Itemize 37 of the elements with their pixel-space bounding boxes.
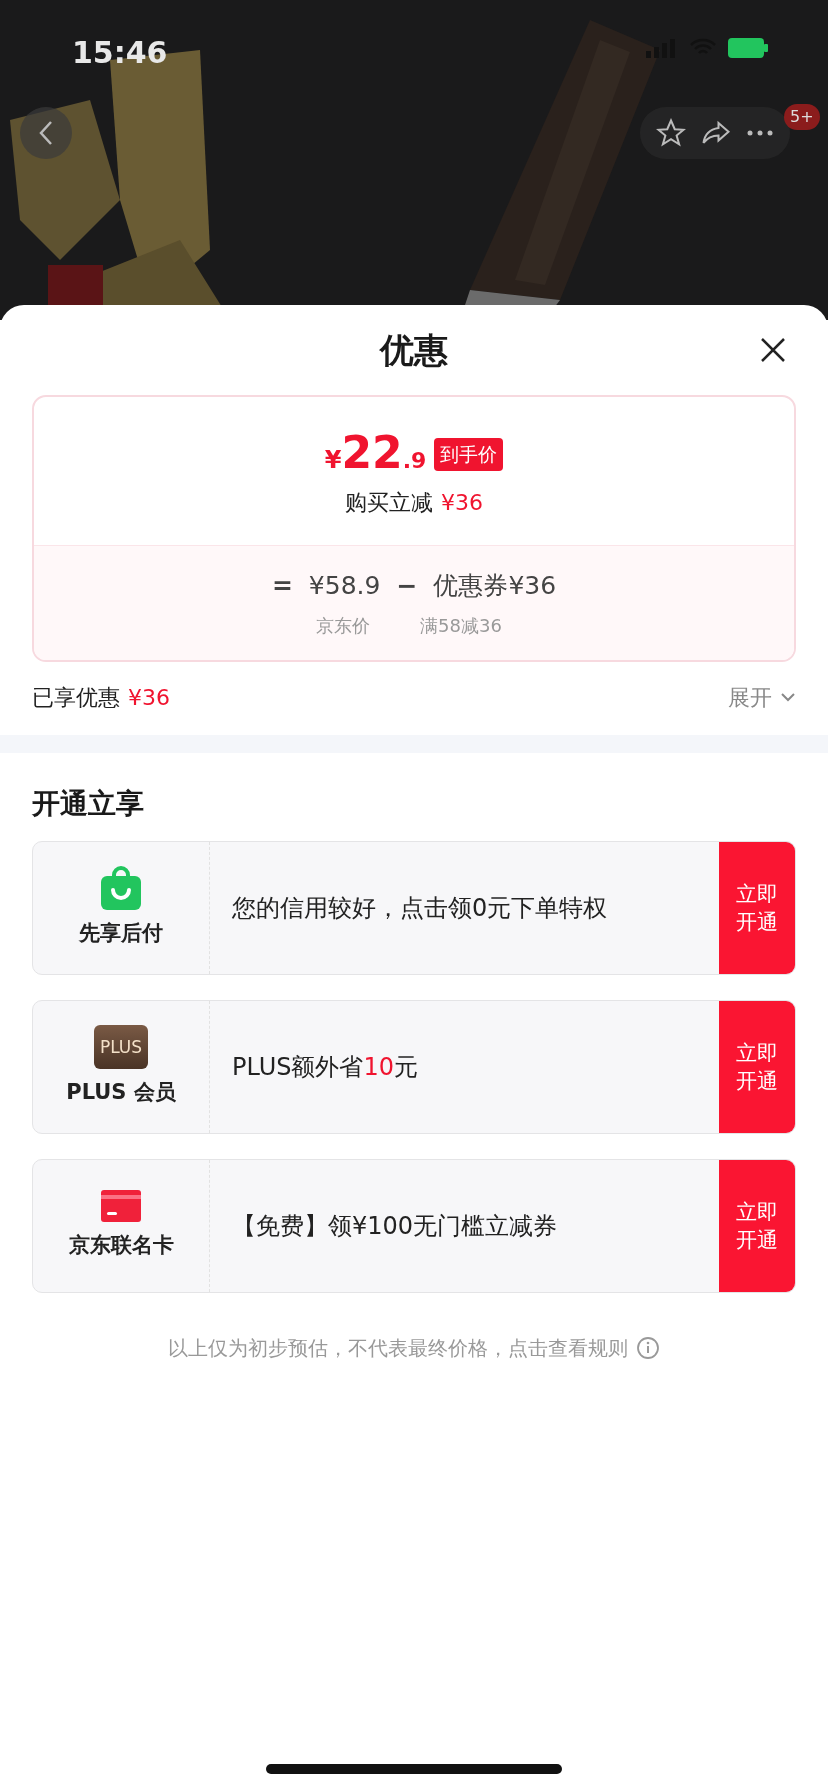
enjoyed-label: 已享优惠 (32, 683, 120, 712)
price-caption: 京东价 (316, 614, 371, 639)
footnote: 以上仅为初步预估，不代表最终价格，点击查看规则 (168, 1335, 628, 1362)
plus-logo: PLUS (94, 1025, 148, 1070)
jd-price: ¥58.9 (308, 569, 381, 602)
activate-button[interactable]: 立即开通 (719, 1001, 795, 1133)
price-tag: 到手价 (434, 438, 504, 471)
offer-name: 京东联名卡 (68, 1232, 174, 1260)
coupon-value: 优惠券¥36 (433, 569, 557, 602)
equals-sign: = (271, 569, 293, 602)
back-icon (38, 120, 54, 146)
signal-icon (646, 38, 678, 58)
sheet-title: 优惠 (380, 328, 448, 372)
close-icon (760, 337, 786, 363)
chevron-down-icon (780, 692, 796, 702)
offer-description: 您的信用较好，点击领0元下单特权 (231, 893, 609, 924)
star-icon[interactable] (655, 118, 686, 148)
final-price: ¥22.9 (324, 431, 427, 478)
coupon-caption: 满58减36 (420, 614, 502, 639)
activate-button[interactable]: 立即开通 (719, 842, 795, 974)
battery-icon (728, 38, 768, 58)
offer-description: PLUS额外省10元 (231, 1052, 419, 1083)
activate-button[interactable]: 立即开通 (719, 1160, 795, 1292)
offer-description: 【免费】领¥100无门槛立减券 (231, 1211, 559, 1242)
shopping-bag-icon (101, 866, 141, 911)
discount-value: ¥36 (441, 489, 483, 517)
enjoyed-value: ¥36 (128, 683, 170, 712)
card-icon (101, 1190, 141, 1223)
expand-button[interactable]: 展开 (728, 680, 796, 714)
discount-label: 购买立减 (345, 489, 433, 517)
more-icon[interactable] (746, 129, 775, 137)
info-icon[interactable] (636, 1336, 660, 1360)
section-title: 开通立享 (32, 786, 145, 822)
minus-sign: − (396, 569, 418, 602)
offer-name: PLUS 会员 (66, 1079, 176, 1107)
offer-name: 先享后付 (79, 920, 163, 948)
status-time: 15:46 (72, 34, 168, 72)
